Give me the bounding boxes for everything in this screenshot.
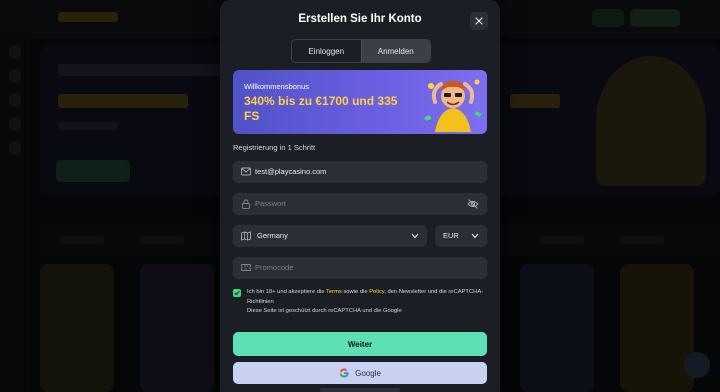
google-label: Google bbox=[355, 368, 381, 378]
terms-link[interactable]: Terms bbox=[326, 289, 342, 295]
recaptcha-note: Diese Seite ist geschützt durch reCAPTCH… bbox=[247, 308, 402, 314]
continue-button[interactable]: Weiter bbox=[233, 332, 487, 356]
modal-title: Erstellen Sie Ihr Konto bbox=[298, 13, 422, 25]
country-select[interactable]: Germany bbox=[233, 225, 427, 247]
lock-icon bbox=[242, 199, 250, 209]
mascot-illustration bbox=[424, 79, 482, 132]
consent-text: Ich bin 18+ und akzeptiere die Terms sow… bbox=[247, 288, 487, 317]
chevron-down-icon bbox=[411, 233, 419, 239]
currency-select[interactable]: EUR bbox=[435, 225, 487, 247]
chevron-down-icon bbox=[471, 233, 479, 239]
more-options-peek bbox=[320, 388, 400, 392]
tab-login[interactable]: Einloggen bbox=[292, 40, 361, 62]
tab-register[interactable]: Anmelden bbox=[360, 40, 430, 62]
signup-modal: Erstellen Sie Ihr Konto Einloggen Anmeld… bbox=[220, 0, 500, 392]
currency-value: EUR bbox=[443, 231, 459, 240]
email-value: test@playcasino.com bbox=[255, 167, 327, 176]
password-placeholder: Passwort bbox=[255, 199, 286, 208]
country-value: Germany bbox=[257, 231, 288, 240]
mail-icon bbox=[241, 167, 251, 176]
promocode-field[interactable]: Promocode bbox=[233, 257, 487, 279]
welcome-bonus-banner: Willkommensbonus 340% bis zu €1700 und 3… bbox=[233, 70, 487, 134]
ticket-icon bbox=[241, 264, 251, 271]
password-field[interactable]: Passwort bbox=[233, 193, 487, 215]
consent-checkbox[interactable] bbox=[233, 289, 241, 297]
consent-text-part: Ich bin 18+ und akzeptiere die bbox=[247, 289, 327, 295]
promocode-placeholder: Promocode bbox=[255, 263, 294, 272]
map-icon bbox=[241, 231, 251, 241]
auth-tabs: Einloggen Anmelden bbox=[291, 39, 431, 63]
close-icon bbox=[475, 17, 483, 25]
email-field[interactable]: test@playcasino.com bbox=[233, 161, 487, 183]
banner-subtitle: Willkommensbonus bbox=[244, 82, 310, 91]
consent-text-part: sowie die bbox=[341, 289, 370, 295]
google-icon bbox=[339, 368, 349, 378]
registration-label: Registrierung in 1 Schritt bbox=[233, 143, 316, 152]
eye-off-icon[interactable] bbox=[467, 199, 479, 209]
close-button[interactable] bbox=[470, 12, 488, 30]
google-signin-button[interactable]: Google bbox=[233, 362, 487, 384]
check-icon bbox=[234, 290, 240, 296]
policy-link[interactable]: Policy bbox=[369, 289, 384, 295]
banner-headline: 340% bis zu €1700 und 335 FS bbox=[244, 94, 398, 123]
